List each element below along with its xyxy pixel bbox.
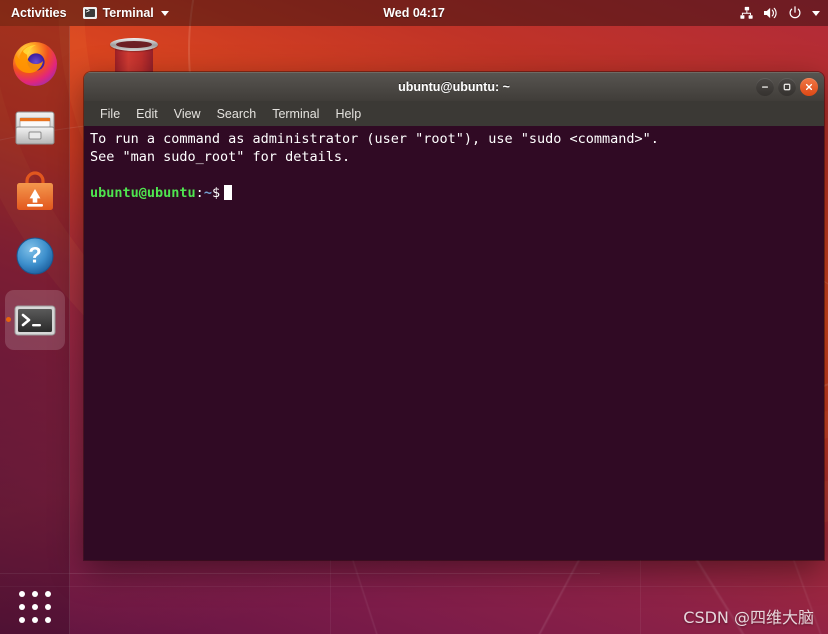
grid-dot (19, 603, 26, 610)
app-menu-label: Terminal (102, 6, 154, 20)
window-menubar: File Edit View Search Terminal Help (84, 101, 824, 126)
window-title: ubuntu@ubuntu: ~ (398, 80, 510, 94)
menu-help[interactable]: Help (327, 104, 369, 124)
grid-dot (44, 603, 51, 610)
show-applications-button[interactable] (16, 588, 54, 626)
volume-icon[interactable] (763, 6, 779, 20)
wallpaper-line (0, 573, 600, 574)
grid-dot (19, 616, 26, 623)
ubuntu-software-icon (11, 168, 59, 216)
maximize-button[interactable] (778, 78, 796, 96)
network-icon[interactable] (739, 6, 754, 20)
grid-dot (31, 616, 38, 623)
prompt-colon: : (195, 185, 204, 201)
wallpaper-line (0, 586, 828, 587)
terminal-cursor (224, 185, 233, 200)
terminal-prompt-line: ubuntu@ubuntu:~$ (90, 184, 819, 202)
help-icon: ? (11, 232, 59, 280)
chevron-down-icon (160, 10, 169, 16)
grid-dot (31, 603, 38, 610)
prompt-symbol: $ (211, 185, 221, 201)
dock-item-terminal[interactable] (5, 290, 65, 350)
grid-dot (31, 591, 38, 598)
grid-dot (44, 616, 51, 623)
top-bar: Activities Terminal Wed 04:17 (0, 0, 828, 26)
terminal-window: ubuntu@ubuntu: ~ File Edit View Search T… (84, 72, 824, 560)
files-icon (11, 104, 59, 152)
chevron-down-icon[interactable] (812, 10, 820, 16)
firefox-icon (11, 40, 59, 88)
terminal-output-area[interactable]: To run a command as administrator (user … (84, 126, 824, 560)
menu-terminal[interactable]: Terminal (264, 104, 327, 124)
dock-item-help[interactable]: ? (5, 226, 65, 286)
menu-edit[interactable]: Edit (128, 104, 166, 124)
dock-item-ubuntu-software[interactable] (5, 162, 65, 222)
svg-text:?: ? (28, 243, 41, 268)
app-menu-terminal[interactable]: Terminal (77, 0, 175, 26)
terminal-line: To run a command as administrator (user … (90, 131, 659, 147)
prompt-path: ~ (203, 185, 212, 201)
window-titlebar[interactable]: ubuntu@ubuntu: ~ (84, 72, 824, 101)
terminal-icon (82, 6, 97, 19)
prompt-user-host: ubuntu@ubuntu (90, 185, 196, 201)
window-controls (756, 78, 818, 96)
dock-item-firefox[interactable] (5, 34, 65, 94)
menu-view[interactable]: View (166, 104, 209, 124)
menu-file[interactable]: File (92, 104, 128, 124)
grid-dot (44, 591, 51, 598)
minimize-button[interactable] (756, 78, 774, 96)
dock-item-files[interactable] (5, 98, 65, 158)
clock[interactable]: Wed 04:17 (383, 0, 445, 26)
terminal-icon (11, 296, 59, 344)
close-button[interactable] (800, 78, 818, 96)
grid-dot (19, 591, 26, 598)
dock: ? (0, 26, 70, 634)
menu-search[interactable]: Search (209, 104, 265, 124)
activities-button[interactable]: Activities (0, 0, 77, 26)
system-tray[interactable] (739, 0, 820, 26)
trash-lid (110, 38, 158, 51)
terminal-line: See "man sudo_root" for details. (90, 149, 351, 165)
power-icon[interactable] (788, 6, 802, 20)
